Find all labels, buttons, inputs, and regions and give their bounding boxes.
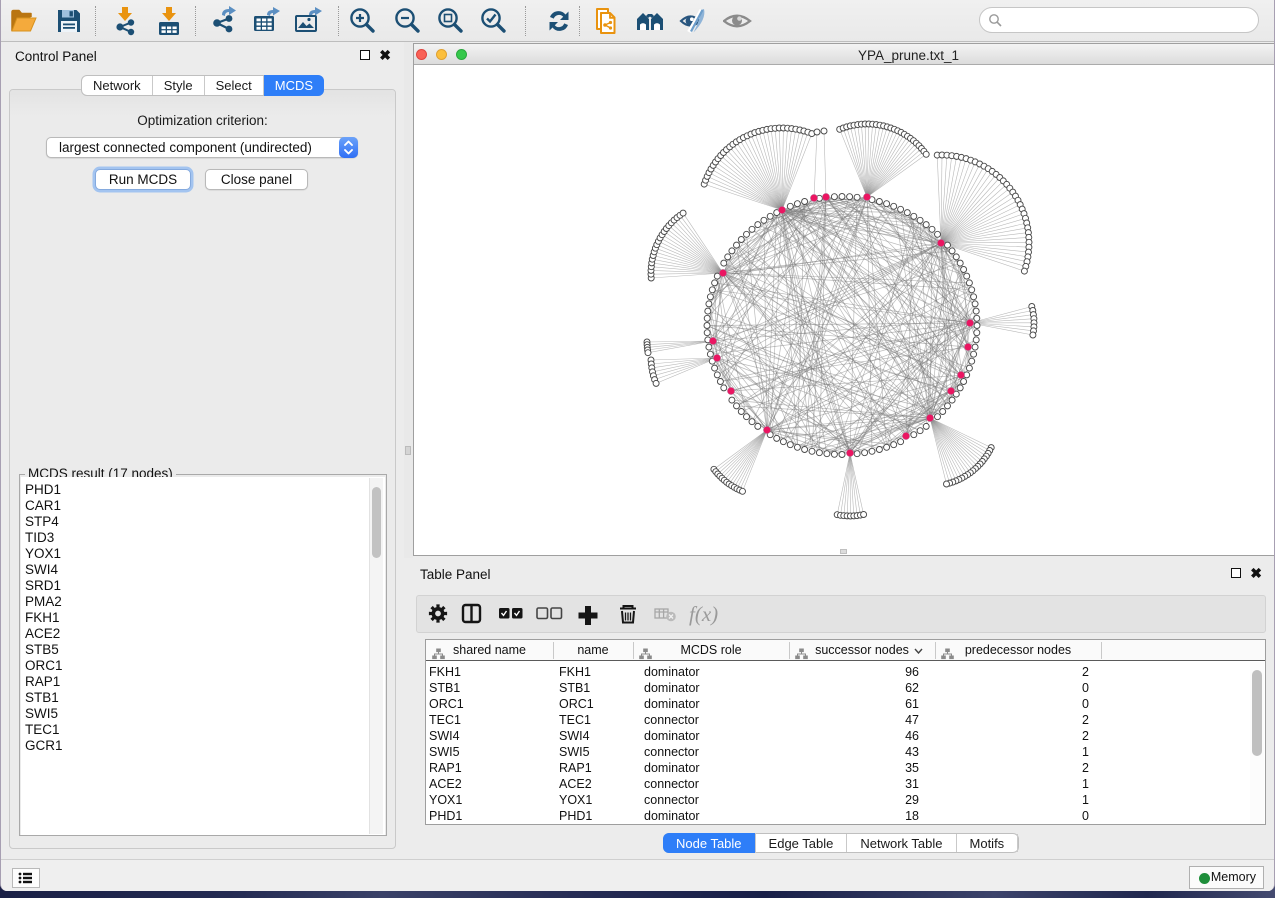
svg-text:f(x): f(x)	[689, 602, 718, 626]
